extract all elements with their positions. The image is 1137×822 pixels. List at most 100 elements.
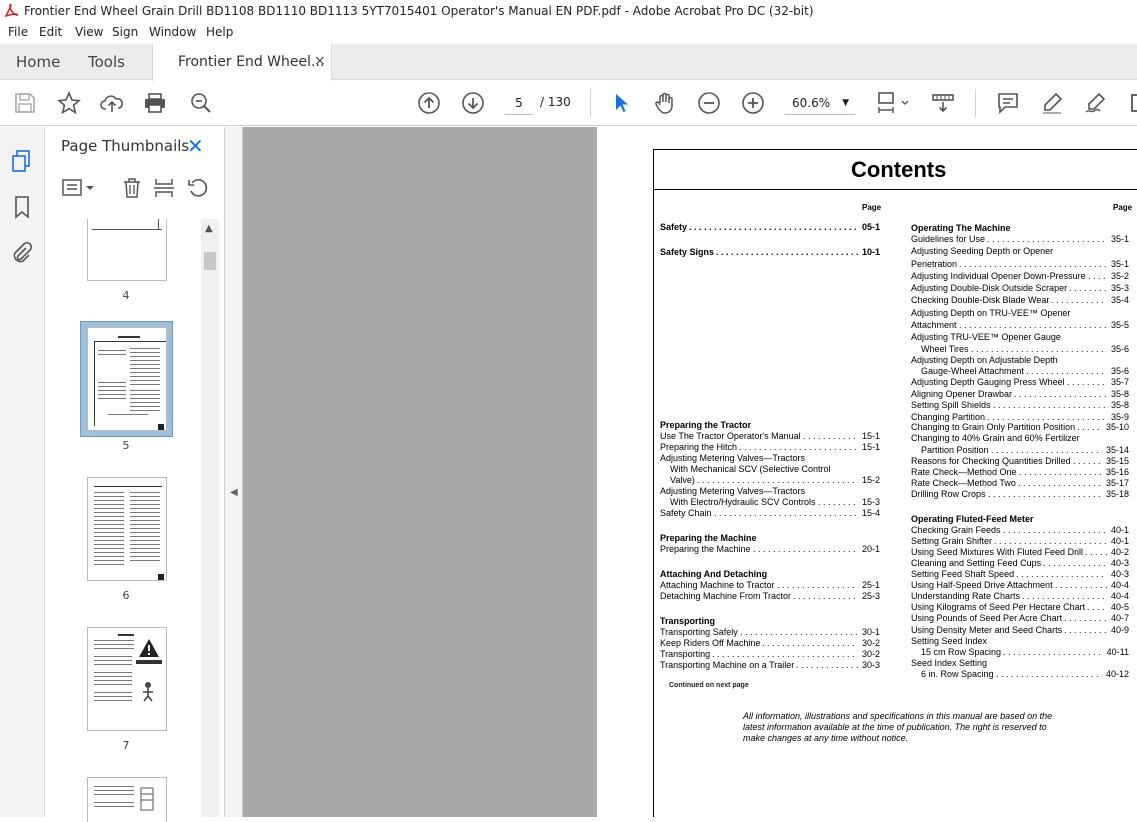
scroll-up-icon[interactable]: ▲	[205, 223, 213, 234]
toc-page-number: 30-3	[861, 660, 880, 670]
toc-page-number: 15-1	[861, 442, 880, 452]
toc-leader-dots: . . . . . . . . . . . . . . . . . . . . …	[1088, 271, 1107, 281]
toc-entry-title: Penetration	[911, 259, 958, 269]
toc-entry-title: Detaching Machine From Tractor	[660, 591, 792, 601]
warning-triangle-icon	[139, 639, 159, 657]
toc-entry-title: Preparing the Tractor	[660, 420, 752, 430]
chevron-left-icon[interactable]: ◀	[230, 487, 238, 498]
toc-page-number: 35-3	[1110, 283, 1129, 293]
save-icon[interactable]	[13, 91, 37, 115]
toc-entry: Adjusting Individual Opener Down-Pressur…	[911, 271, 1129, 282]
menu-edit[interactable]: Edit	[39, 25, 62, 39]
toc-leader-dots: . . . . . . . . . . . . . . . . . . . . …	[1014, 389, 1107, 399]
toc-entry: Penetration . . . . . . . . . . . . . . …	[911, 259, 1129, 270]
menu-help[interactable]: Help	[206, 25, 233, 39]
toc-entry-title: Setting Grain Shifter	[911, 536, 993, 546]
toc-entry: Seed Index Setting	[911, 658, 1129, 669]
toc-entry-title: Attaching Machine to Tractor	[660, 580, 775, 590]
toc-entry-title: Operating Fluted-Feed Meter	[911, 514, 1034, 524]
toc-page-number: 15-1	[861, 431, 880, 441]
toc-entry-title: 15 cm Row Spacing	[921, 647, 1002, 657]
toc-leader-dots: . . . . . . . . . . . . . . . . . . . . …	[1085, 547, 1107, 557]
highlight-pen-icon[interactable]	[1040, 91, 1064, 115]
select-cursor-icon[interactable]	[609, 91, 633, 115]
toc-entry: Rate Check—Method One . . . . . . . . . …	[911, 467, 1129, 478]
zoom-level-select[interactable]: 60.6% ▼	[785, 91, 855, 115]
delete-trash-icon[interactable]	[121, 177, 143, 199]
toc-leader-dots: . . . . . . . . . . . . . . . . . . . . …	[753, 544, 858, 554]
toc-page-number: 35-17	[1105, 478, 1129, 488]
toc-leader-dots: . . . . . . . . . . . . . . . . . . . . …	[993, 400, 1107, 410]
toc-entry: Gauge-Wheel Attachment . . . . . . . . .…	[921, 366, 1129, 377]
document-page: Contents Page Page Safety . . . . . . . …	[597, 127, 1137, 817]
thumbnails-scrollbar[interactable]: ▲	[201, 219, 219, 817]
zoom-in-icon[interactable]	[741, 91, 765, 115]
page-thumbnail-7[interactable]	[87, 627, 167, 731]
print-icon[interactable]	[143, 91, 167, 115]
menu-bar: File Edit View Sign Window Help	[0, 22, 1137, 44]
hand-tool-icon[interactable]	[653, 91, 677, 115]
toc-entry-title: Safety Signs	[660, 247, 715, 257]
page-thumbnail-4[interactable]	[87, 219, 167, 281]
attachment-paperclip-icon[interactable]	[10, 241, 34, 265]
thumbnail-options-icon[interactable]	[61, 177, 97, 199]
menu-file[interactable]: File	[8, 25, 28, 39]
toc-entry: Adjusting Depth Gauging Press Wheel . . …	[911, 377, 1129, 388]
toc-page-number: 35-4	[1110, 295, 1129, 305]
toc-entry-title: Adjusting Depth Gauging Press Wheel	[911, 377, 1065, 387]
comment-icon[interactable]	[996, 91, 1020, 115]
toc-entry: Transporting . . . . . . . . . . . . . .…	[660, 649, 880, 660]
toc-entry: Preparing the Machine . . . . . . . . . …	[660, 544, 880, 555]
toc-entry: Adjusting Seeding Depth or Opener	[911, 246, 1129, 257]
scrollbar-thumb[interactable]	[204, 252, 216, 270]
cloud-upload-icon[interactable]	[100, 91, 124, 115]
toc-leader-dots: . . . . . . . . . . . . . . . . . . . . …	[1051, 295, 1107, 305]
toc-leader-dots: . . . . . . . . . . . . . . . . . . . . …	[796, 660, 858, 670]
more-tools-icon[interactable]	[1126, 91, 1137, 115]
scroll-mode-icon[interactable]	[931, 91, 955, 115]
rotate-icon[interactable]	[187, 177, 209, 199]
toc-entry-title: Adjusting Individual Opener Down-Pressur…	[911, 271, 1086, 281]
toc-page-number: 40-5	[1110, 602, 1129, 612]
toc-page-number: 40-11	[1106, 647, 1129, 657]
zoom-out-icon[interactable]	[697, 91, 721, 115]
page-thumbnail-5[interactable]	[87, 327, 167, 431]
menu-view[interactable]: View	[75, 25, 103, 39]
toc-leader-dots: . . . . . . . . . . . . . . . . . . . . …	[762, 638, 858, 648]
star-bookmark-icon[interactable]	[57, 91, 81, 115]
close-tab-icon[interactable]: ×	[314, 53, 326, 69]
tab-home[interactable]: Home	[16, 53, 60, 71]
page-number-input[interactable]: 5	[505, 91, 533, 115]
toc-entry: Setting Grain Shifter . . . . . . . . . …	[911, 536, 1129, 547]
toc-entry: Guidelines for Use . . . . . . . . . . .…	[911, 234, 1129, 245]
page-thumbnail-6[interactable]	[87, 477, 167, 581]
toolbar-divider	[975, 89, 976, 117]
extract-pages-icon[interactable]	[153, 177, 175, 199]
toc-page-number: 40-3	[1110, 558, 1129, 568]
previous-page-icon[interactable]	[417, 91, 441, 115]
toc-entry-title: Using Half-Speed Drive Attachment	[911, 580, 1053, 590]
sign-pen-icon[interactable]	[1084, 91, 1108, 115]
toc-entry: Attachment . . . . . . . . . . . . . . .…	[911, 320, 1129, 331]
page-fit-icon[interactable]	[876, 91, 912, 115]
panel-collapse-handle[interactable]: ◀	[225, 127, 243, 817]
close-panel-icon[interactable]: ✕	[187, 134, 204, 158]
toc-entry-title: Rate Check—Method Two	[911, 478, 1016, 488]
menu-window[interactable]: Window	[149, 25, 196, 39]
toc-entry-title: Changing to 40% Grain and 60% Fertilizer	[911, 433, 1080, 443]
toc-entry-title: 6 in. Row Spacing	[921, 669, 994, 679]
toc-leader-dots: . . . . . . . . . . . . . . . . . . . . …	[803, 431, 858, 441]
next-page-icon[interactable]	[461, 91, 485, 115]
toc-page-number: 40-7	[1110, 613, 1129, 623]
zoom-search-icon[interactable]	[189, 91, 213, 115]
page-thumbnails-icon[interactable]	[10, 149, 34, 173]
tab-document[interactable]: Frontier End Wheel... ×	[152, 44, 332, 81]
tab-tools[interactable]: Tools	[88, 53, 125, 71]
page-thumbnail-8[interactable]	[87, 777, 167, 822]
toc-leader-dots: . . . . . . . . . . . . . . . . . . . . …	[996, 669, 1102, 679]
bookmark-icon[interactable]	[10, 195, 34, 219]
operator-figure-icon	[143, 682, 153, 702]
toc-entry: Partition Position . . . . . . . . . . .…	[921, 445, 1129, 456]
menu-sign[interactable]: Sign	[112, 25, 138, 39]
toolbar: 5 / 130 60.6% ▼	[0, 81, 1137, 126]
